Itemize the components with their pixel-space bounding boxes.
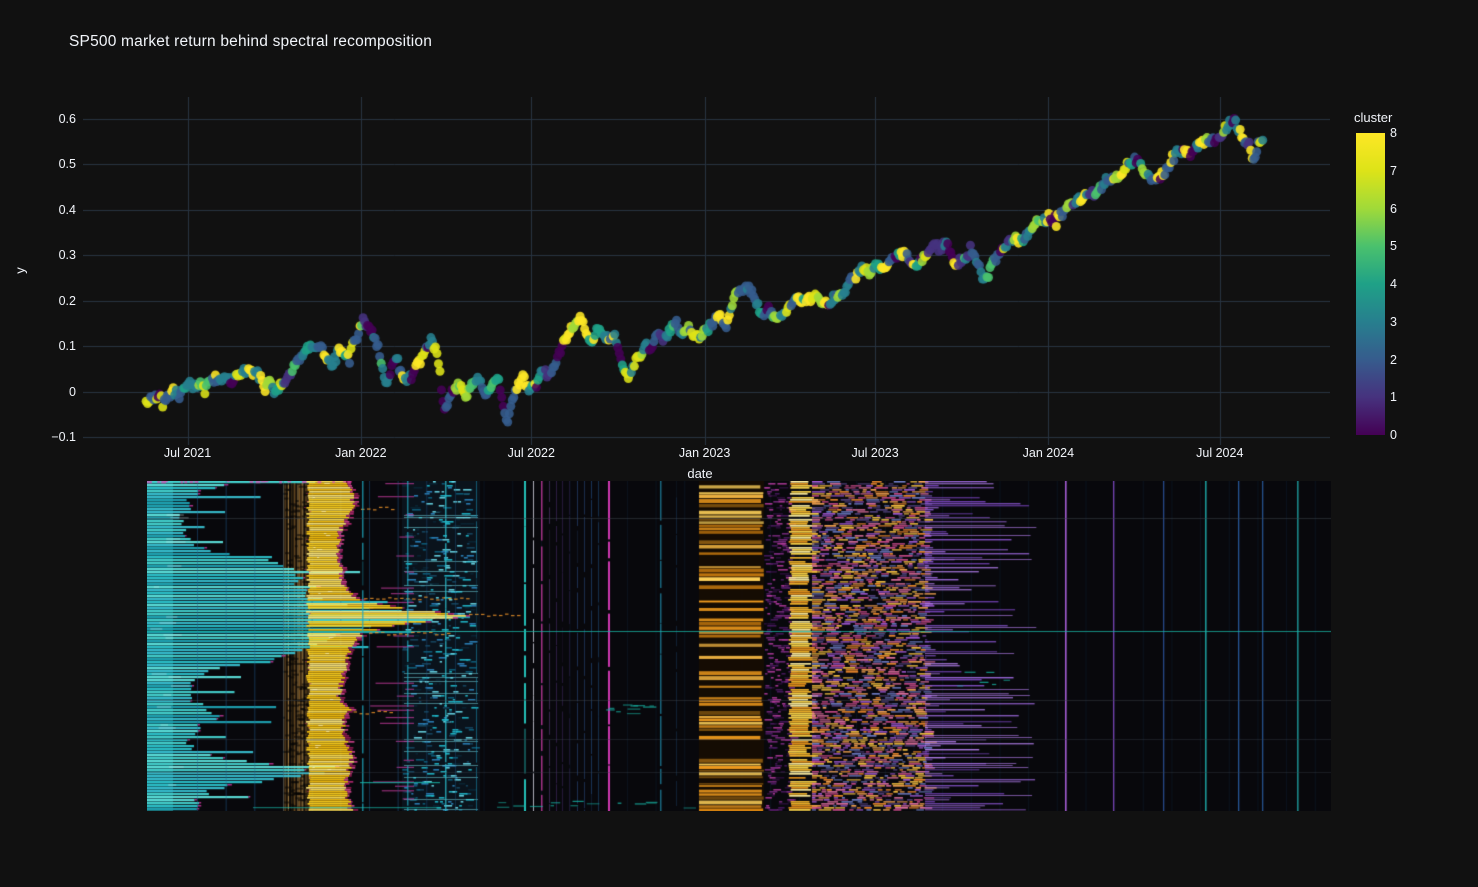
x-tick-label: Jan 2023 (660, 446, 750, 460)
y-tick-label: −0.1 (0, 428, 76, 446)
x-axis-title: date (650, 466, 750, 481)
colorbar-tick-label: 5 (1390, 237, 1420, 255)
scatter-plot-canvas[interactable] (83, 97, 1330, 445)
colorbar-gradient (1356, 133, 1385, 435)
colorbar-tick-label: 4 (1390, 275, 1420, 293)
x-tick-label: Jul 2021 (143, 446, 233, 460)
colorbar-tick-label: 7 (1390, 162, 1420, 180)
colorbar-tick-label: 1 (1390, 388, 1420, 406)
x-tick-label: Jan 2024 (1003, 446, 1093, 460)
colorbar-tick-label: 3 (1390, 313, 1420, 331)
x-tick-label: Jan 2022 (316, 446, 406, 460)
y-tick-label: 0.1 (0, 337, 76, 355)
colorbar-tick-label: 2 (1390, 351, 1420, 369)
spectral-raster-canvas[interactable] (147, 481, 1331, 811)
y-tick-label: 0.2 (0, 292, 76, 310)
y-tick-label: 0.3 (0, 246, 76, 264)
colorbar-tick-label: 8 (1390, 124, 1420, 142)
y-tick-label: 0.4 (0, 201, 76, 219)
figure-root: SP500 market return behind spectral reco… (0, 0, 1478, 887)
chart-title: SP500 market return behind spectral reco… (69, 33, 432, 51)
y-tick-label: 0 (0, 383, 76, 401)
y-tick-label: 0.5 (0, 155, 76, 173)
x-tick-label: Jul 2022 (486, 446, 576, 460)
colorbar-title: cluster (1354, 110, 1414, 125)
colorbar-tick-label: 0 (1390, 426, 1420, 444)
colorbar-tick-label: 6 (1390, 200, 1420, 218)
x-tick-label: Jul 2023 (830, 446, 920, 460)
y-tick-label: 0.6 (0, 110, 76, 128)
x-tick-label: Jul 2024 (1175, 446, 1265, 460)
